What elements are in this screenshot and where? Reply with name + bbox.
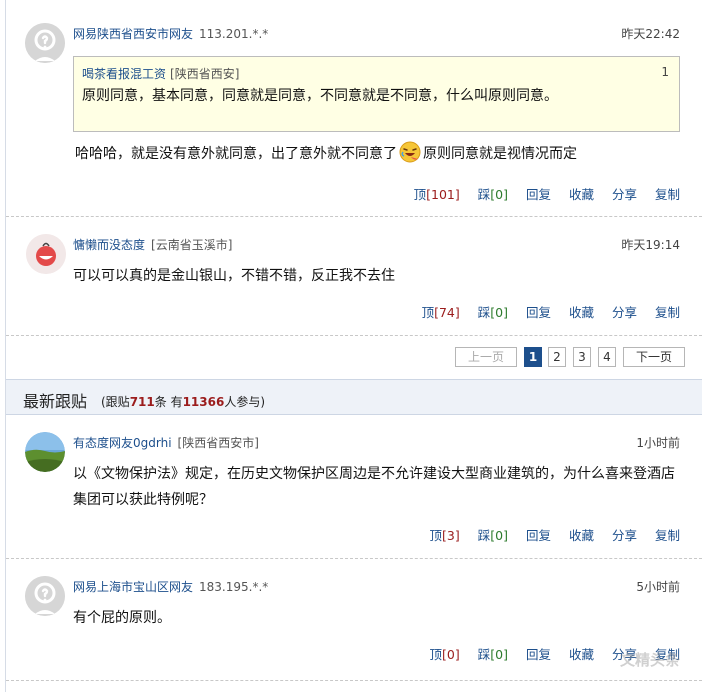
reply-count: 711 (129, 395, 155, 409)
default-avatar-icon[interactable] (25, 576, 65, 616)
page-3-button[interactable]: 3 (573, 347, 591, 367)
downvote-button[interactable]: 踩[0] (478, 528, 508, 543)
downvote-button[interactable]: 踩[0] (478, 187, 508, 202)
page-4-button[interactable]: 4 (598, 347, 616, 367)
comment-divider (6, 216, 702, 217)
author-name[interactable]: 慵懒而没态度 (73, 238, 145, 252)
share-button[interactable]: 分享 (612, 528, 637, 543)
comment-text: 以《文物保护法》规定，在历史文物保护区周边是不允许建设大型商业建筑的，为什么喜来… (73, 466, 675, 482)
comment-time: 5小时前 (636, 580, 680, 594)
comment-author[interactable]: 网易陕西省西安市网友 113.201.*.* (73, 25, 268, 42)
collect-button[interactable]: 收藏 (569, 647, 594, 662)
comment-divider (6, 335, 702, 336)
reply-button[interactable]: 回复 (526, 187, 551, 202)
comment-author[interactable]: 慵懒而没态度 [云南省玉溪市] (73, 236, 232, 253)
copy-button[interactable]: 复制 (655, 187, 680, 202)
quoted-comment: 喝茶看报混工资 [陕西省西安] 1 原则同意，基本同意，同意就是同意，不同意就是不… (73, 56, 680, 132)
upvote-button[interactable]: 顶[3] (430, 528, 460, 543)
reply-button[interactable]: 回复 (526, 305, 551, 320)
author-location: 113.201.*.* (199, 27, 269, 41)
comment-time: 昨天22:42 (621, 27, 680, 41)
downvote-button[interactable]: 踩[0] (478, 647, 508, 662)
author-name[interactable]: 有态度网友0gdrhi (73, 436, 172, 450)
comment-text-part: 哈哈哈，就是没有意外就同意，出了意外就不同意了 (75, 146, 397, 162)
reply-button[interactable]: 回复 (526, 647, 551, 662)
comment-divider (6, 680, 702, 681)
copy-button[interactable]: 复制 (655, 528, 680, 543)
quoted-text: 原则同意，基本同意，同意就是同意，不同意就是不同意，什么叫原则同意。 (82, 88, 558, 104)
comment-divider (6, 558, 702, 559)
comment-author[interactable]: 有态度网友0gdrhi [陕西省西安市] (73, 434, 259, 451)
share-button[interactable]: 分享 (612, 305, 637, 320)
comment-actions: 顶[101] 踩[0] 回复 收藏 分享 复制 (400, 184, 680, 203)
next-page-button[interactable]: 下一页 (623, 347, 685, 367)
comment-text: 有个屁的原则。 (73, 610, 171, 626)
reply-button[interactable]: 回复 (526, 528, 551, 543)
comment-text-part: 原则同意就是视情况而定 (423, 146, 577, 162)
laughing-emoji-icon (399, 141, 421, 163)
default-avatar-icon[interactable] (25, 23, 65, 63)
user-avatar[interactable] (25, 432, 65, 472)
author-name[interactable]: 网易上海市宝山区网友 (73, 580, 193, 594)
comment-text: 哈哈哈，就是没有意外就同意，出了意外就不同意了 原则同意就是视情况而定 (75, 141, 577, 167)
author-name[interactable]: 网易陕西省西安市网友 (73, 27, 193, 41)
page-1-button[interactable]: 1 (524, 347, 542, 367)
upvote-button[interactable]: 顶[0] (430, 647, 460, 662)
user-avatar[interactable] (26, 234, 66, 274)
page-2-button[interactable]: 2 (548, 347, 566, 367)
pagination: 上一页 1 2 3 4 下一页 (0, 347, 697, 369)
author-location: 183.195.*.* (199, 580, 269, 594)
quoted-author-location: [陕西省西安] (170, 67, 240, 81)
comment-time: 1小时前 (636, 436, 680, 450)
comment-text: 集团可以获此特例呢？ (73, 492, 213, 508)
comment-stats: (跟贴711条 有11366人参与) (101, 395, 266, 409)
comment-text: 可以可以真的是金山银山，不错不错，反正我不去住 (73, 268, 395, 284)
collect-button[interactable]: 收藏 (569, 187, 594, 202)
participant-count: 11366 (182, 395, 225, 409)
quoted-author[interactable]: 喝茶看报混工资 [陕西省西安] (82, 65, 239, 82)
share-button[interactable]: 分享 (612, 187, 637, 202)
collect-button[interactable]: 收藏 (569, 528, 594, 543)
copy-button[interactable]: 复制 (655, 305, 680, 320)
author-location: [云南省玉溪市] (151, 238, 233, 252)
section-title: 最新跟贴 (23, 392, 88, 411)
quoted-author-name[interactable]: 喝茶看报混工资 (82, 67, 166, 81)
quote-floor-number: 1 (661, 65, 669, 79)
upvote-button[interactable]: 顶[101] (414, 187, 460, 202)
comment-actions: 顶[3] 踩[0] 回复 收藏 分享 复制 (416, 525, 680, 544)
collect-button[interactable]: 收藏 (569, 305, 594, 320)
comment-actions: 顶[74] 踩[0] 回复 收藏 分享 复制 (408, 302, 680, 321)
comment-time: 昨天19:14 (621, 238, 680, 252)
downvote-button[interactable]: 踩[0] (478, 305, 508, 320)
latest-comments-header: 最新跟贴 (跟贴711条 有11366人参与) (6, 379, 702, 415)
prev-page-button[interactable]: 上一页 (455, 347, 517, 367)
author-location: [陕西省西安市] (177, 436, 259, 450)
upvote-button[interactable]: 顶[74] (422, 305, 460, 320)
watermark: 文精头条 (619, 651, 680, 669)
comment-author[interactable]: 网易上海市宝山区网友 183.195.*.* (73, 578, 268, 595)
